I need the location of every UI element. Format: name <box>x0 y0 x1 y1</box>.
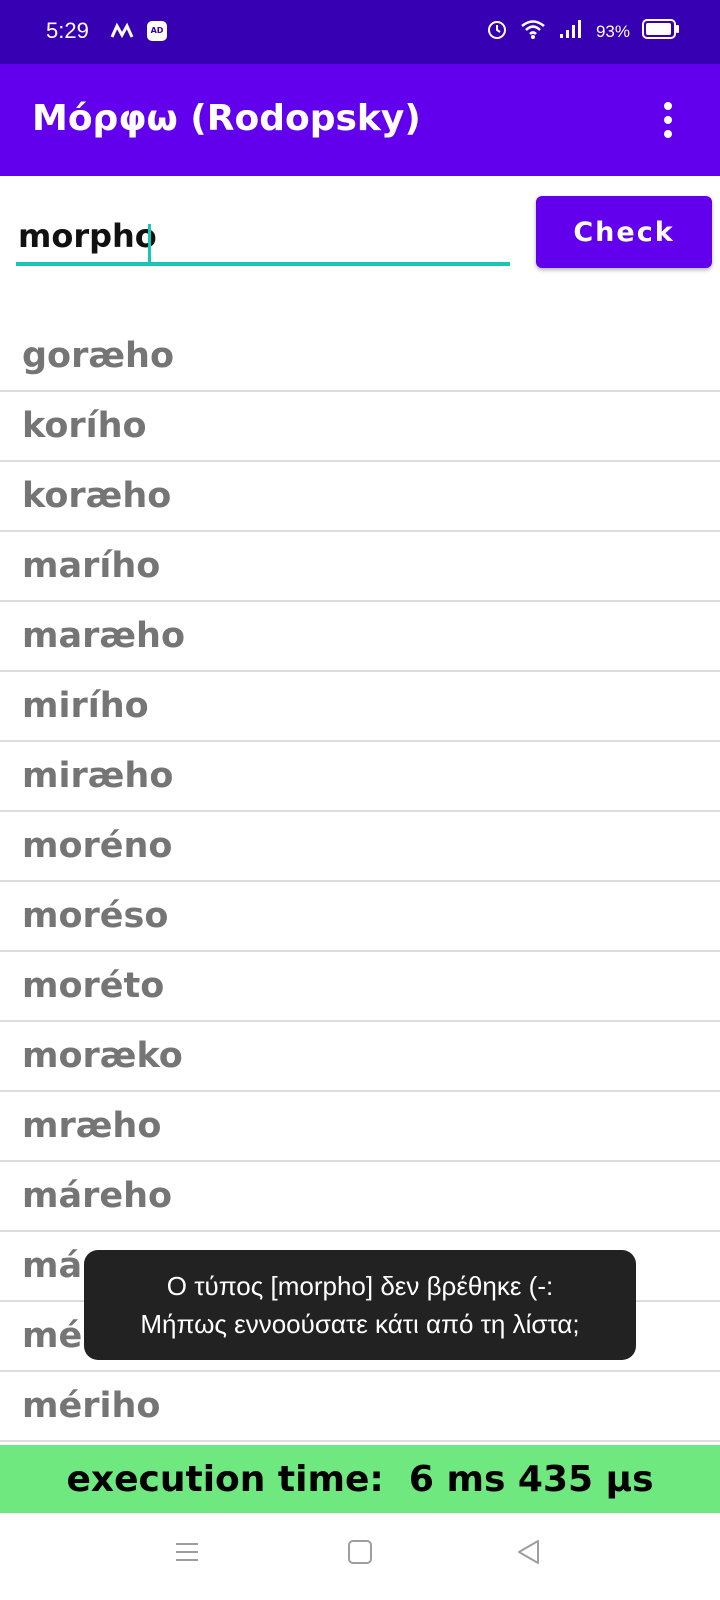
search-input[interactable] <box>16 210 510 266</box>
list-item[interactable]: miræho <box>0 742 720 812</box>
list-item[interactable]: máreho <box>0 1162 720 1232</box>
status-bar: 5:29 AD 93% <box>0 0 720 64</box>
menu-icon[interactable] <box>174 1539 200 1569</box>
list-item[interactable]: mræho <box>0 1092 720 1162</box>
app-bar: Μόρφω (Rodopsky) <box>0 64 720 176</box>
battery-level: 93% <box>595 21 630 41</box>
execution-time-bar: execution time: 6 ms 435 μs <box>0 1445 720 1513</box>
toast-message: Ο τύπος [morpho] δεν βρέθηκε (-: Μήπως ε… <box>84 1250 636 1360</box>
text-cursor <box>148 224 151 266</box>
back-icon[interactable] <box>516 1539 542 1569</box>
wifi-icon <box>520 18 546 45</box>
navigation-bar <box>0 1513 720 1600</box>
list-item[interactable]: korího <box>0 392 720 462</box>
list-item[interactable]: goræho <box>0 322 720 392</box>
battery-icon <box>642 18 680 45</box>
more-vert-icon[interactable] <box>656 100 680 140</box>
m-logo-icon <box>110 22 134 44</box>
alarm-icon <box>486 18 508 45</box>
list-item[interactable]: moréto <box>0 952 720 1022</box>
list-item[interactable]: maræho <box>0 602 720 672</box>
list-item[interactable]: moréno <box>0 812 720 882</box>
list-item[interactable]: mirího <box>0 672 720 742</box>
home-icon[interactable] <box>347 1539 373 1569</box>
signal-icon <box>558 18 584 45</box>
page-title: Μόρφω (Rodopsky) <box>32 98 421 139</box>
status-time: 5:29 <box>46 18 89 43</box>
list-item[interactable]: moréso <box>0 882 720 952</box>
check-button[interactable]: Check <box>536 196 712 268</box>
ad-blocker-icon: AD <box>146 20 168 46</box>
list-item[interactable]: marího <box>0 532 720 602</box>
toast-line-2: Μήπως εννοούσατε κάτι από τη λίστα; <box>140 1309 580 1339</box>
list-item[interactable]: koræho <box>0 462 720 532</box>
list-item[interactable]: mériho <box>0 1372 720 1442</box>
svg-text:AD: AD <box>151 26 164 35</box>
list-item[interactable]: moræko <box>0 1022 720 1092</box>
execution-time-label: execution time: 6 ms 435 μs <box>66 1458 654 1500</box>
toast-line-1: Ο τύπος [morpho] δεν βρέθηκε (-: <box>166 1271 554 1301</box>
